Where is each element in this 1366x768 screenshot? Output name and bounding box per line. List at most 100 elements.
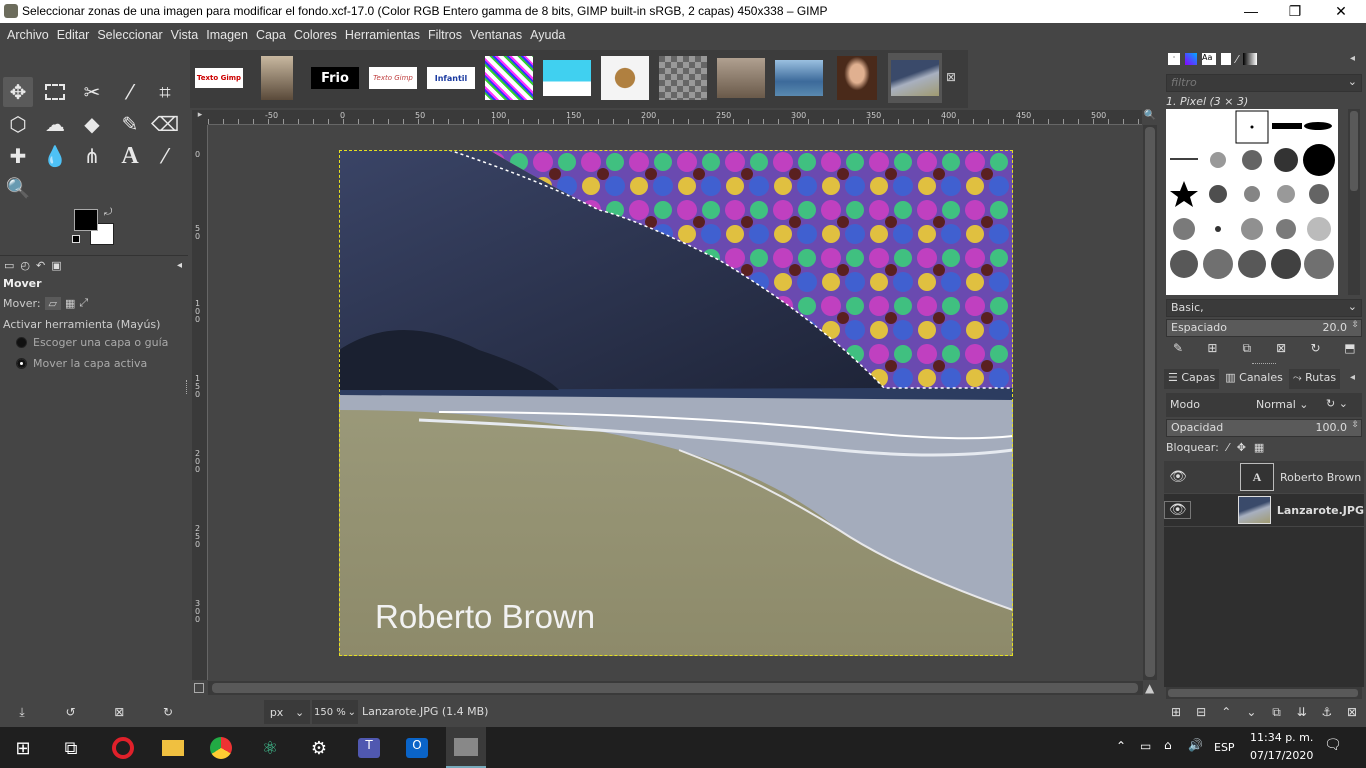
patterns-tab-icon[interactable] — [1185, 53, 1197, 65]
delete-options-icon[interactable]: ⊠ — [107, 705, 131, 720]
battery-icon[interactable]: ▭ — [1140, 739, 1151, 753]
warp-tool-icon[interactable]: ☁ — [40, 109, 70, 139]
delete-brush-icon[interactable]: ⊠ — [1269, 341, 1293, 356]
image-canvas[interactable]: Roberto Brown — [339, 150, 1013, 656]
tab-capas[interactable]: ☰ Capas — [1164, 369, 1220, 389]
foreground-color-swatch[interactable] — [74, 209, 98, 231]
chrome-icon[interactable] — [208, 735, 234, 761]
new-brush-icon[interactable]: ⊞ — [1200, 341, 1224, 356]
menu-seleccionar[interactable]: Seleccionar — [93, 28, 166, 42]
image-tab[interactable] — [598, 53, 652, 103]
pencil-tool-icon[interactable]: ✎ — [115, 109, 145, 139]
reset-options-icon[interactable]: ↻ — [156, 705, 180, 720]
image-tab[interactable] — [772, 53, 826, 103]
mode-reset-icon[interactable]: ↻ ⌄ — [1326, 397, 1348, 410]
radio-move-active[interactable] — [16, 358, 27, 369]
move-layer-mode-icon[interactable]: ▱ — [44, 296, 62, 310]
restore-options-icon[interactable]: ↺ — [59, 705, 83, 720]
radio-pick-layer[interactable] — [16, 337, 27, 348]
document-tab-icon[interactable] — [1221, 53, 1231, 65]
move-path-mode-icon[interactable]: ⤢ — [79, 296, 88, 310]
paint-dynamics-tab-icon[interactable]: ⁄ — [1236, 53, 1238, 66]
image-tab[interactable]: Infantil — [424, 53, 478, 103]
image-tab[interactable] — [830, 53, 884, 103]
close-image-icon[interactable]: ⊠ — [946, 70, 956, 84]
fuzzy-select-tool-icon[interactable]: ⁄ — [115, 77, 145, 107]
menu-archivo[interactable]: Archivo — [3, 28, 53, 42]
gradients-tab-icon[interactable] — [1242, 53, 1257, 65]
zoom-select[interactable]: 150 % ⌄ — [312, 700, 358, 724]
bucket-fill-tool-icon[interactable]: ◆ — [77, 109, 107, 139]
tab-canales[interactable]: ▥ Canales — [1221, 369, 1287, 389]
network-icon[interactable]: ⌂ — [1164, 738, 1172, 752]
option-pick-layer[interactable]: Escoger una capa o guía — [16, 336, 168, 349]
save-options-icon[interactable]: ⤓ — [10, 705, 34, 720]
clock-time[interactable]: 11:34 p. m. — [1250, 731, 1313, 744]
zoom-tool-icon[interactable]: 🔍 — [3, 173, 33, 203]
swap-colors-icon[interactable]: ⤾ — [104, 207, 112, 218]
image-tab[interactable]: Texto Gimp — [366, 53, 420, 103]
image-tab[interactable] — [482, 53, 536, 103]
text-tool-icon[interactable]: A — [115, 141, 145, 171]
spinner-arrows-icon[interactable]: ⇳ — [1351, 420, 1359, 430]
eraser-tool-icon[interactable]: ⌫ — [150, 109, 180, 139]
image-tab-active[interactable] — [888, 53, 942, 103]
color-picker-tool-icon[interactable]: ⁄ — [150, 141, 180, 171]
brushes-tab-icon[interactable]: · — [1168, 53, 1180, 65]
fonts-tab-icon[interactable]: Aa — [1202, 53, 1216, 65]
layer-row-active[interactable]: 👁 Lanzarote.JPG — [1164, 494, 1364, 526]
menu-ventanas[interactable]: Ventanas — [466, 28, 526, 42]
notifications-icon[interactable]: 🗨 — [1324, 737, 1342, 753]
heal-tool-icon[interactable]: ✚ — [3, 141, 33, 171]
outlook-icon[interactable]: O — [404, 735, 430, 761]
anchor-layer-icon[interactable]: ⚓ — [1315, 705, 1339, 720]
unit-select[interactable]: px ⌄ — [264, 700, 310, 724]
mode-select[interactable]: Normal ⌄ — [1256, 398, 1309, 411]
edit-brush-icon[interactable]: ✎ — [1166, 341, 1190, 356]
layers-scrollbar[interactable] — [1166, 687, 1362, 699]
layer-row[interactable]: 👁 A Roberto Brown — [1164, 461, 1364, 493]
image-tab[interactable] — [656, 53, 710, 103]
duplicate-brush-icon[interactable]: ⧉ — [1235, 341, 1259, 356]
atom-icon[interactable]: ⚛ — [257, 735, 283, 761]
minimize-button[interactable]: — — [1228, 0, 1274, 23]
ruler-corner[interactable]: ▸ — [192, 110, 208, 125]
quick-mask-toggle[interactable] — [194, 683, 204, 693]
rect-select-tool-icon[interactable] — [40, 77, 70, 107]
move-tool-icon[interactable]: ✥ — [3, 77, 33, 107]
menu-imagen[interactable]: Imagen — [202, 28, 252, 42]
navigate-icon[interactable]: ▲ — [1145, 681, 1154, 695]
layer-name[interactable]: Lanzarote.JPG — [1277, 504, 1364, 517]
horizontal-scrollbar[interactable] — [208, 681, 1143, 695]
menu-filtros[interactable]: Filtros — [424, 28, 466, 42]
layer-name[interactable]: Roberto Brown — [1280, 471, 1361, 484]
maximize-button[interactable]: ❐ — [1272, 0, 1318, 23]
panel-menu-icon[interactable]: ◂ — [177, 260, 182, 271]
volume-icon[interactable]: 🔊 — [1188, 738, 1203, 752]
menu-ayuda[interactable]: Ayuda — [526, 28, 569, 42]
eye-icon[interactable]: 👁 — [1164, 501, 1192, 519]
file-explorer-icon[interactable] — [160, 735, 186, 761]
scissors-tool-icon[interactable]: ✂ — [77, 77, 107, 107]
menu-colores[interactable]: Colores — [290, 28, 341, 42]
new-layer-icon[interactable]: ⊞ — [1164, 705, 1188, 720]
image-tab[interactable]: Texto Gimp — [192, 53, 246, 103]
close-button[interactable]: ✕ — [1318, 0, 1364, 23]
image-tab[interactable]: Frio — [308, 53, 362, 103]
horizontal-ruler[interactable]: -50 0 50 100 150 200 250 300 350 400 450… — [208, 110, 1142, 125]
task-view-icon[interactable]: ⧉ — [58, 735, 84, 761]
new-layer-group-icon[interactable]: ⊟ — [1189, 705, 1213, 720]
panel-menu-icon[interactable]: ◂ — [1350, 372, 1355, 383]
delete-layer-icon[interactable]: ⊠ — [1340, 705, 1364, 720]
menu-herramientas[interactable]: Herramientas — [341, 28, 424, 42]
lock-pixels-icon[interactable]: ⁄ — [1227, 441, 1229, 454]
raise-layer-icon[interactable]: ⌃ — [1214, 705, 1238, 720]
settings-gear-icon[interactable]: ⚙ — [306, 735, 332, 761]
menu-editar[interactable]: Editar — [53, 28, 94, 42]
opera-icon[interactable] — [110, 735, 136, 761]
smudge-tool-icon[interactable]: 💧 — [40, 141, 70, 171]
windows-start-icon[interactable]: ⊞ — [10, 735, 36, 761]
merge-layer-icon[interactable]: ⇊ — [1290, 705, 1314, 720]
lower-layer-icon[interactable]: ⌄ — [1239, 705, 1263, 720]
spacing-spinner[interactable]: Espaciado 20.0 ⇳ — [1166, 319, 1362, 337]
